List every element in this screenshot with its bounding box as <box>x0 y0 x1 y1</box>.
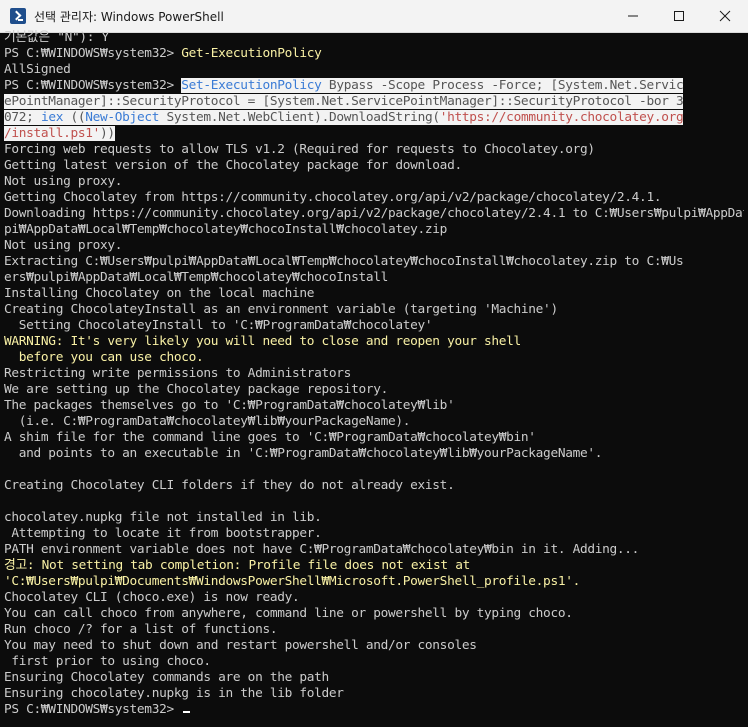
console-line: ePointManager]::SecurityProtocol = [Syst… <box>4 94 744 110</box>
console-line: /install.ps1')) <box>4 126 744 142</box>
console-line: A shim file for the command line goes to… <box>4 430 536 445</box>
warning-line: 경고: Not setting tab completion: Profile … <box>4 558 470 573</box>
selected-string: /install.ps1' <box>4 126 100 141</box>
text-cursor <box>183 711 191 713</box>
warning-line: 'C:₩Users₩pulpi₩Documents₩WindowsPowerSh… <box>4 574 580 589</box>
console-line: We are setting up the Chocolatey package… <box>4 382 388 397</box>
command: Get-ExecutionPolicy <box>181 46 322 61</box>
console-line: The packages themselves go to 'C:₩Progra… <box>4 398 455 413</box>
console-line: Setting ChocolateyInstall to 'C:₩Program… <box>4 318 433 333</box>
prompt: PS C:₩WINDOWS₩system32> <box>4 702 182 717</box>
console-output[interactable]: 기본값은 "N"): Y PS C:₩WINDOWS₩system32> Get… <box>4 30 744 727</box>
console-line: You can call choco from anywhere, comman… <box>4 606 573 621</box>
console-line: first prior to using choco. <box>4 654 211 669</box>
console-line: and points to an executable in 'C:₩Progr… <box>4 446 603 461</box>
selected-command: New-Object <box>85 110 160 125</box>
selected-segment: ePointManager]::SecurityProtocol = [Syst… <box>4 94 684 109</box>
console-line: (i.e. C:₩ProgramData₩chocolatey₩lib₩your… <box>4 414 411 429</box>
console-line: Creating ChocolateyInstall as an environ… <box>4 302 558 317</box>
console-line: Getting latest version of the Chocolatey… <box>4 158 462 173</box>
console-line: Attempting to locate it from bootstrappe… <box>4 526 322 541</box>
selected-text: /install.ps1')) <box>4 126 115 141</box>
selected-segment: Process <box>424 78 492 93</box>
console-line: You may need to shut down and restart po… <box>4 638 477 653</box>
console-line: Chocolatey CLI (choco.exe) is now ready. <box>4 590 300 605</box>
selected-segment: (( <box>63 110 86 125</box>
console-line: Run choco /? for a list of functions. <box>4 622 278 637</box>
minimize-icon <box>628 15 638 17</box>
prompt: PS C:₩WINDOWS₩system32> <box>4 46 182 61</box>
powershell-window: 선택 관리자: Windows PowerShell 기본값은 "N"): Y … <box>0 0 748 727</box>
warning-line: before you can use choco. <box>4 350 204 365</box>
maximize-button[interactable] <box>656 0 702 32</box>
console-line: Not using proxy. <box>4 238 123 253</box>
selected-segment: )) <box>100 126 115 141</box>
selected-text: Set-ExecutionPolicy Bypass -Scope Proces… <box>181 78 684 93</box>
selected-command: Set-ExecutionPolicy <box>181 78 322 93</box>
console-line: Installing Chocolatey on the local machi… <box>4 286 315 301</box>
title-bar[interactable]: 선택 관리자: Windows PowerShell <box>0 0 748 33</box>
console-line: 기본값은 "N"): Y <box>4 30 109 45</box>
selected-text: 072; iex ((New-Object System.Net.WebClie… <box>4 110 684 125</box>
selected-segment: Bypass <box>321 78 381 93</box>
console-prompt-line: PS C:₩WINDOWS₩system32> Set-ExecutionPol… <box>4 78 744 94</box>
maximize-icon <box>674 11 684 21</box>
selected-param: -Force <box>491 78 536 93</box>
console-line: chocolatey.nupkg file not installed in l… <box>4 510 322 525</box>
selected-command: iex <box>40 110 64 125</box>
close-button[interactable] <box>702 0 748 32</box>
console-prompt-line: PS C:₩WINDOWS₩system32> Get-ExecutionPol… <box>4 46 744 62</box>
console-line: Restricting write permissions to Adminis… <box>4 366 352 381</box>
console-line: Creating Chocolatey CLI folders if they … <box>4 478 455 493</box>
console-line: 072; iex ((New-Object System.Net.WebClie… <box>4 110 744 126</box>
selected-param: -Scope <box>380 78 426 93</box>
console-line: AllSigned <box>4 62 71 77</box>
console-line: Not using proxy. <box>4 174 123 189</box>
window-title: 선택 관리자: Windows PowerShell <box>34 9 224 24</box>
minimize-button[interactable] <box>610 0 656 32</box>
console-line: pi₩AppData₩Local₩Temp₩chocolatey₩chocoIn… <box>4 222 448 237</box>
close-icon <box>719 10 731 22</box>
selected-segment: 072; <box>4 110 41 125</box>
warning-line: WARNING: It's very likely you will need … <box>4 334 521 349</box>
selected-string: 'https://community.chocolatey.org <box>439 110 684 125</box>
console-prompt-line[interactable]: PS C:₩WINDOWS₩system32> <box>4 702 744 718</box>
console-line: Extracting C:₩Users₩pulpi₩AppData₩Local₩… <box>4 254 684 269</box>
selected-segment: System.Net.WebClient).DownloadString( <box>159 110 440 125</box>
console-line: ers₩pulpi₩AppData₩Local₩Temp₩chocolatey₩… <box>4 270 388 285</box>
console-line: Ensuring chocolatey.nupkg is in the lib … <box>4 686 344 701</box>
selected-segment: ; [System.Net.Servic <box>535 78 684 93</box>
powershell-icon <box>10 8 26 24</box>
console-line: PATH environment variable does not have … <box>4 542 640 557</box>
prompt: PS C:₩WINDOWS₩system32> <box>4 78 182 93</box>
console-line: Ensuring Chocolatey commands are on the … <box>4 670 329 685</box>
console-line: Downloading https://community.chocolatey… <box>4 206 744 221</box>
console-line: Getting Chocolatey from https://communit… <box>4 190 662 205</box>
console-line: Forcing web requests to allow TLS v1.2 (… <box>4 142 595 157</box>
